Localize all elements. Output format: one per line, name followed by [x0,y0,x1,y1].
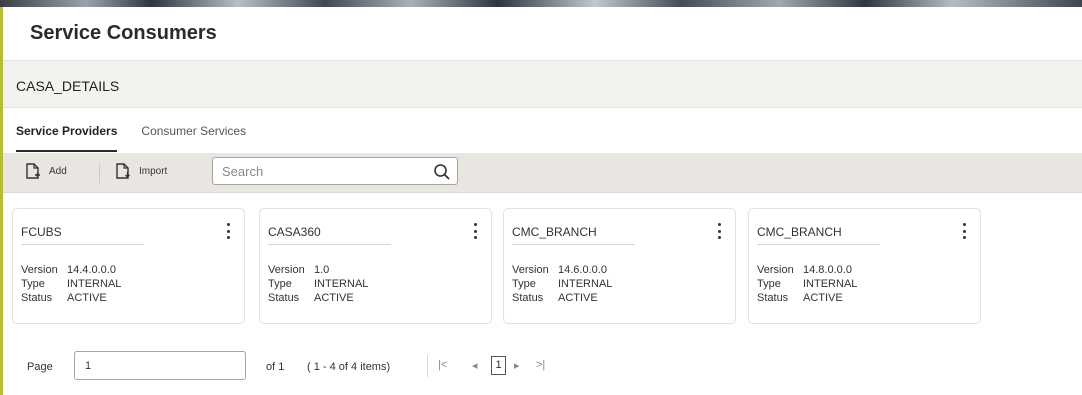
card-fields: Version 14.4.0.0.0 Type INTERNAL Status ACT… [21,263,121,305]
card-fields: Version 14.6.0.0.0 Type INTERNAL Status ACT… [512,263,612,305]
service-card[interactable]: CMC_BRANCH Version 14.8.0.0.0 Type INTERNA… [748,208,981,324]
version-value: 14.6.0.0.0 [558,264,607,276]
search-icon[interactable] [433,163,451,181]
tab-consumer-services[interactable]: Consumer Services [141,116,246,152]
card-divider [512,244,635,245]
add-button-label: Add [49,165,67,177]
version-label: Version [268,264,305,276]
last-page-icon[interactable]: >| [536,359,545,371]
card-fields: Version 14.8.0.0.0 Type INTERNAL Status ACT… [757,263,857,305]
card-divider [757,244,880,245]
section-title: CASA_DETAILS [16,78,120,94]
version-value: 1.0 [314,264,330,276]
tab-bar: Service Providers Consumer Services [16,116,270,152]
items-count: ( 1 - 4 of 4 items) [307,361,391,373]
status-label: Status [757,292,789,304]
add-document-icon [26,163,40,179]
toolbar-divider [99,163,100,183]
card-fields: Version 1.0 Type INTERNAL Status ACTIVE [268,263,368,305]
pagination-divider [427,355,428,377]
top-banner [0,0,1082,7]
card-divider [268,244,391,245]
page-title: Service Consumers [30,22,217,44]
pagination: Page of 1 ( 1 - 4 of 4 items) |< ◂ 1 ▸ >… [22,351,622,381]
service-card[interactable]: CASA360 Version 1.0 Type INTERNAL Status AC… [259,208,492,324]
page-number-input[interactable] [74,351,246,380]
import-button[interactable]: Import [116,163,167,179]
type-label: Type [21,278,45,290]
search-input[interactable] [213,158,423,184]
import-document-icon [116,163,130,179]
card-name: CMC_BRANCH [512,225,597,239]
version-label: Version [757,264,794,276]
status-label: Status [268,292,300,304]
import-button-label: Import [139,165,168,177]
first-page-icon[interactable]: |< [438,359,447,371]
previous-page-icon[interactable]: ◂ [472,359,478,372]
status-label: Status [512,292,544,304]
version-value: 14.8.0.0.0 [803,264,852,276]
type-label: Type [268,278,292,290]
card-name: FCUBS [21,225,62,239]
kebab-menu-icon[interactable] [713,221,725,241]
type-label: Type [757,278,781,290]
add-button[interactable]: Add [26,163,67,179]
service-card[interactable]: FCUBS Version 14.4.0.0.0 Type INTERNAL Sta… [12,208,245,324]
version-label: Version [21,264,58,276]
status-label: Status [21,292,53,304]
tab-service-providers[interactable]: Service Providers [16,116,118,152]
type-value: INTERNAL [314,278,369,290]
kebab-menu-icon[interactable] [958,221,970,241]
search-box [212,157,458,185]
type-value: INTERNAL [558,278,613,290]
status-value: ACTIVE [558,292,598,304]
status-value: ACTIVE [803,292,843,304]
type-value: INTERNAL [803,278,858,290]
version-label: Version [512,264,549,276]
card-name: CASA360 [268,225,321,239]
type-label: Type [512,278,536,290]
service-card[interactable]: CMC_BRANCH Version 14.6.0.0.0 Type INTERNA… [503,208,736,324]
status-value: ACTIVE [314,292,354,304]
card-divider [21,244,144,245]
type-value: INTERNAL [67,278,122,290]
version-value: 14.4.0.0.0 [67,264,116,276]
page-label: Page [27,361,53,373]
card-name: CMC_BRANCH [757,225,842,239]
status-value: ACTIVE [67,292,107,304]
kebab-menu-icon[interactable] [469,221,481,241]
kebab-menu-icon[interactable] [222,221,234,241]
toolbar: Add Import [3,153,1082,193]
next-page-icon[interactable]: ▸ [514,359,520,372]
page-count: of 1 [266,361,285,373]
current-page-button[interactable]: 1 [491,356,506,375]
section-header [3,60,1082,108]
